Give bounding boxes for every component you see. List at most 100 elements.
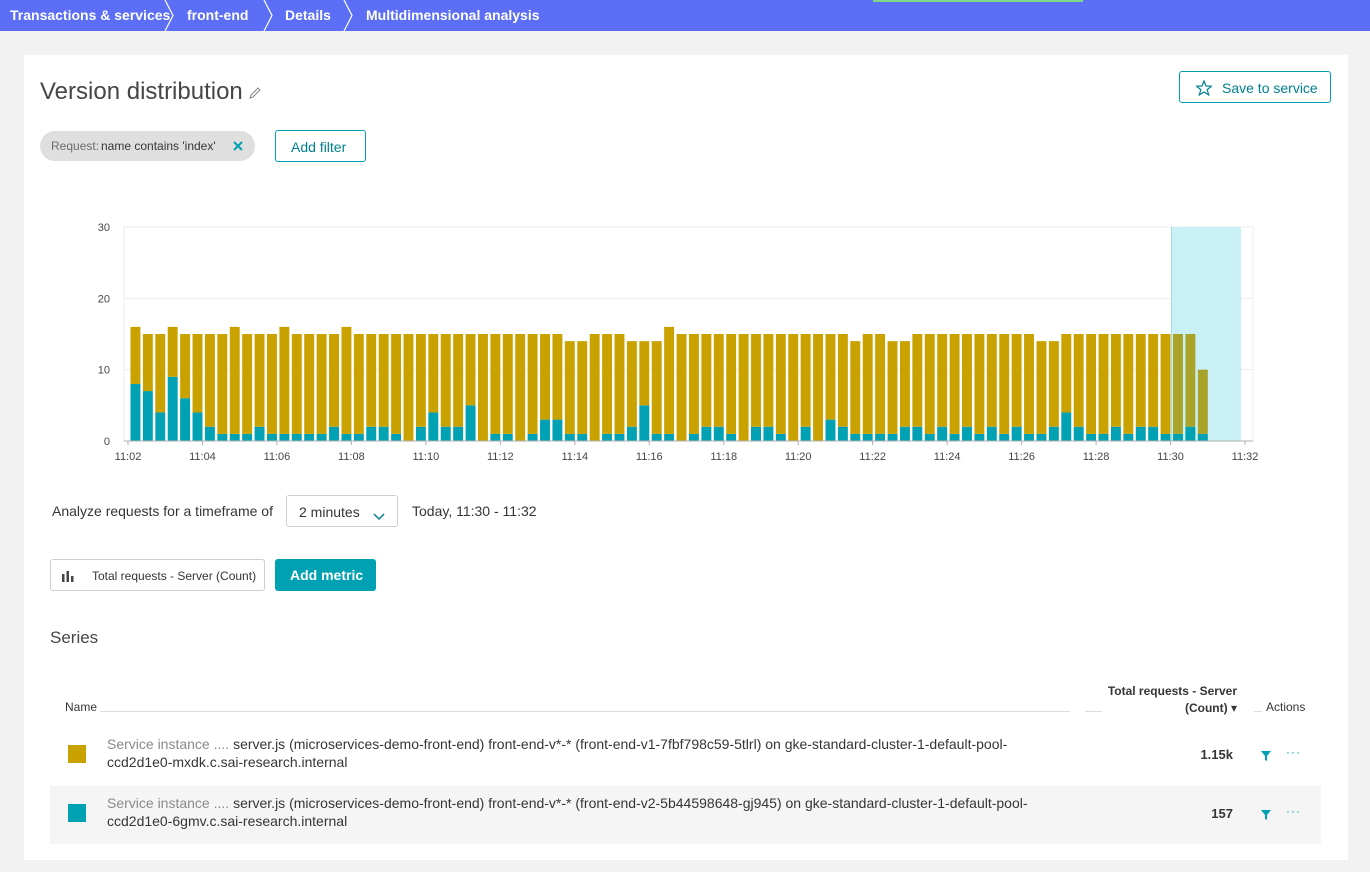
bar-v1 (949, 334, 960, 434)
series-heading: Series (50, 628, 99, 647)
bar-v1 (267, 334, 277, 434)
bar-v2 (167, 376, 178, 441)
bar-v1 (217, 334, 228, 434)
bar-v2 (254, 426, 265, 441)
bar-v2 (639, 405, 650, 441)
bar-v1 (614, 334, 625, 434)
add-filter-button[interactable]: Add filter (275, 130, 366, 162)
save-to-service-button[interactable]: Save to service (1179, 71, 1331, 103)
bar-v2 (937, 426, 948, 441)
x-tick-label: 11:22 (859, 451, 886, 463)
breadcrumb-multidimensional-analysis[interactable]: Multidimensional analysis (366, 0, 540, 31)
bar-v1 (1048, 341, 1059, 427)
bar-v1 (788, 334, 799, 441)
x-tick-label: 11:26 (1008, 451, 1035, 463)
bar-v2 (1011, 426, 1022, 441)
bar-v2 (415, 426, 426, 441)
breadcrumb-details[interactable]: Details (285, 0, 331, 31)
column-header-actions: Actions (1266, 700, 1306, 714)
bar-v2 (850, 433, 861, 441)
bar-v2 (1173, 433, 1183, 441)
bar-v1 (1173, 334, 1183, 434)
bar-v1 (577, 341, 588, 434)
loading-indicator (873, 0, 1083, 2)
more-actions-icon[interactable]: ··· (1286, 804, 1301, 818)
bar-v2 (1135, 426, 1146, 441)
bar-v1 (1011, 334, 1022, 427)
bar-v1 (974, 334, 985, 434)
bar-v2 (453, 426, 464, 441)
filter-chip[interactable]: Request: name contains 'index' (40, 131, 255, 161)
y-tick-label: 20 (98, 293, 110, 305)
bar-v2 (229, 433, 240, 441)
series-color-swatch (68, 745, 86, 763)
more-actions-icon[interactable]: ··· (1286, 745, 1301, 759)
bar-v2 (366, 426, 377, 441)
bar-v1 (1110, 334, 1121, 427)
add-filter-label: Add filter (291, 139, 347, 155)
series-text: server.js (microservices-demo-front-end)… (107, 795, 1028, 829)
bar-v1 (1073, 334, 1084, 427)
bar-v2 (490, 433, 501, 441)
bar-v1 (353, 334, 364, 434)
bar-v2 (564, 433, 575, 441)
breadcrumb-front-end[interactable]: front-end (187, 0, 248, 31)
metric-chip[interactable]: Total requests - Server (Count) (50, 559, 265, 591)
bar-v2 (291, 433, 302, 441)
bar-v1 (986, 334, 997, 427)
x-tick-label: 11:02 (115, 451, 142, 463)
bar-v1 (229, 326, 240, 434)
bar-v2 (887, 433, 898, 441)
bar-v2 (949, 433, 960, 441)
y-tick-label: 30 (98, 222, 110, 234)
bar-v1 (254, 334, 265, 427)
breadcrumb: Transactions & services front-end Detail… (0, 0, 1370, 31)
bar-v2 (378, 426, 389, 441)
bar-v1 (937, 334, 948, 427)
bar-v1 (676, 334, 687, 441)
table-row[interactable]: Service instance .... server.js (microse… (50, 727, 1321, 785)
bar-v2 (1160, 433, 1171, 441)
column-header-metric-line1: Total requests - Server (1107, 684, 1237, 698)
column-header-metric[interactable]: Total requests - Server (Count) ▾ (1100, 684, 1237, 715)
bar-v1 (391, 334, 402, 434)
bar-v2 (651, 433, 662, 441)
filter-icon[interactable] (1260, 808, 1272, 826)
breadcrumb-separator-icon (342, 0, 354, 31)
add-metric-button[interactable]: Add metric (275, 559, 376, 591)
bar-v2 (267, 433, 277, 441)
bar-v1 (775, 334, 786, 434)
bar-v2 (688, 433, 699, 441)
bar-v2 (192, 412, 203, 441)
bar-v1 (825, 334, 836, 420)
bar-v2 (1123, 433, 1134, 441)
bar-v2 (341, 433, 352, 441)
bar-v1 (527, 334, 538, 434)
bar-v2 (1086, 433, 1097, 441)
bar-v1 (192, 334, 203, 413)
bar-v1 (1197, 369, 1208, 434)
bar-v1 (540, 334, 550, 420)
edit-pencil-icon[interactable] (248, 86, 262, 105)
bar-v1 (279, 326, 290, 434)
bar-v2 (1197, 433, 1208, 441)
bar-v2 (1036, 433, 1047, 441)
bar-v2 (1110, 426, 1121, 441)
breadcrumb-transactions[interactable]: Transactions & services (10, 0, 170, 31)
bar-v1 (291, 334, 302, 434)
x-tick-label: 11:10 (413, 451, 440, 463)
x-tick-label: 11:28 (1083, 451, 1110, 463)
bar-v1 (366, 334, 377, 427)
timeframe-label: Analyze requests for a timeframe of (52, 503, 273, 519)
close-icon[interactable] (232, 140, 244, 155)
version-distribution-chart[interactable]: 0 10 20 30 11:02 11:04 11:06 11:08 11:10 11:12 11:… (90, 218, 1270, 468)
bar-v2 (825, 419, 836, 441)
filter-icon[interactable] (1260, 749, 1272, 767)
timeframe-select[interactable]: 2 minutes (286, 495, 398, 527)
timeframe-value: 2 minutes (299, 504, 360, 520)
bar-v1 (142, 334, 153, 392)
bar-v2 (775, 433, 786, 441)
bar-v1 (552, 334, 563, 420)
table-row[interactable]: Service instance .... server.js (microse… (50, 786, 1321, 844)
bar-v2 (602, 433, 613, 441)
